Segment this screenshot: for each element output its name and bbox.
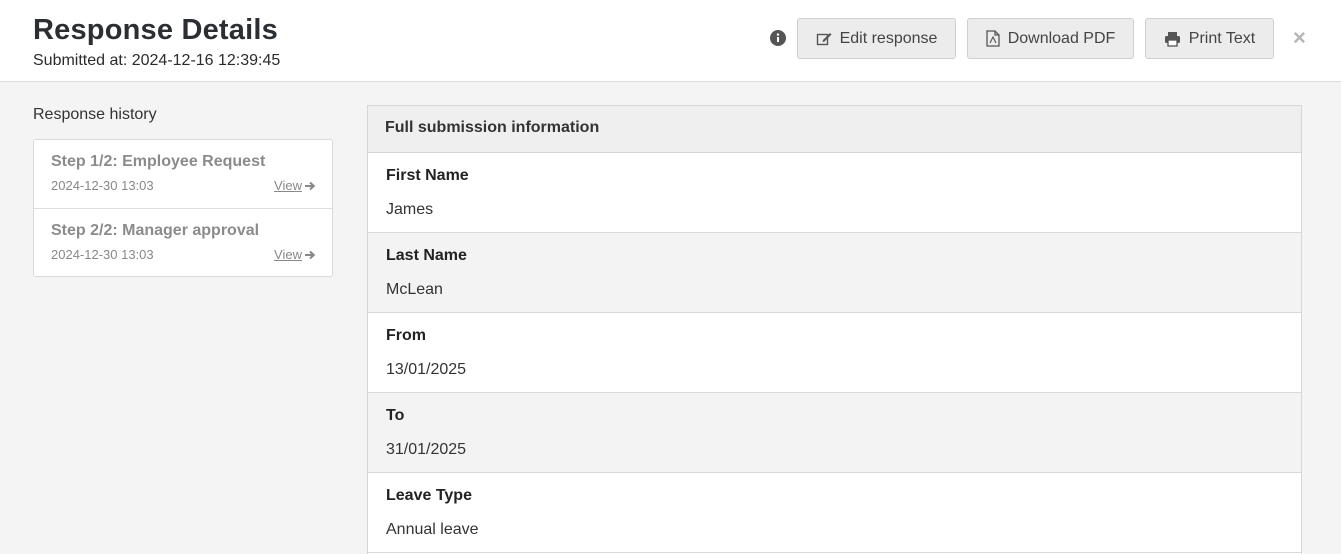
field-leave-type: Leave Type Annual leave: [368, 473, 1301, 553]
arrow-right-icon: [305, 181, 316, 190]
edit-response-button[interactable]: Edit response: [797, 18, 956, 59]
history-date: 2024-12-30 13:03: [51, 247, 154, 262]
response-history-label: Response history: [33, 106, 157, 123]
field-from: From 13/01/2025: [368, 313, 1301, 393]
view-label: View: [274, 247, 302, 262]
print-text-label: Print Text: [1188, 29, 1256, 47]
submitted-at: Submitted at: 2024-12-16 12:39:45: [33, 52, 281, 69]
info-icon[interactable]: [770, 30, 786, 46]
field-value: McLean: [386, 281, 443, 298]
field-label: From: [386, 327, 426, 344]
submission-panel-heading: Full submission information: [368, 106, 1301, 153]
history-view-link[interactable]: View: [274, 178, 316, 193]
header: Response Details Submitted at: 2024-12-1…: [0, 0, 1341, 82]
history-view-link[interactable]: View: [274, 247, 316, 262]
print-icon: [1164, 31, 1181, 47]
edit-icon: [816, 31, 832, 47]
history-date: 2024-12-30 13:03: [51, 178, 154, 193]
field-label: Last Name: [386, 247, 467, 264]
field-to: To 31/01/2025: [368, 393, 1301, 473]
page-title: Response Details: [33, 14, 278, 46]
field-first-name: First Name James: [368, 153, 1301, 233]
field-value: James: [386, 201, 434, 218]
arrow-right-icon: [305, 250, 316, 259]
history-step: Step 2/2: Manager approval: [51, 222, 260, 239]
download-pdf-label: Download PDF: [1007, 29, 1116, 47]
view-label: View: [274, 178, 302, 193]
field-label: First Name: [386, 167, 469, 184]
print-text-button[interactable]: Print Text: [1145, 18, 1274, 59]
close-icon[interactable]: ×: [1293, 27, 1306, 49]
submission-panel: Full submission information First Name J…: [367, 105, 1302, 554]
history-item: Step 1/2: Employee Request 2024-12-30 13…: [34, 140, 332, 208]
field-last-name: Last Name McLean: [368, 233, 1301, 313]
history-step: Step 1/2: Employee Request: [51, 153, 266, 170]
field-value: 13/01/2025: [386, 361, 467, 378]
field-label: To: [386, 407, 405, 424]
response-history-list: Step 1/2: Employee Request 2024-12-30 13…: [33, 139, 333, 277]
field-value: Annual leave: [386, 521, 479, 538]
field-label: Leave Type: [386, 487, 472, 504]
edit-response-label: Edit response: [839, 29, 938, 47]
history-item: Step 2/2: Manager approval 2024-12-30 13…: [34, 208, 332, 276]
pdf-icon: [986, 30, 1000, 47]
field-value: 31/01/2025: [386, 441, 467, 458]
download-pdf-button[interactable]: Download PDF: [967, 18, 1134, 59]
